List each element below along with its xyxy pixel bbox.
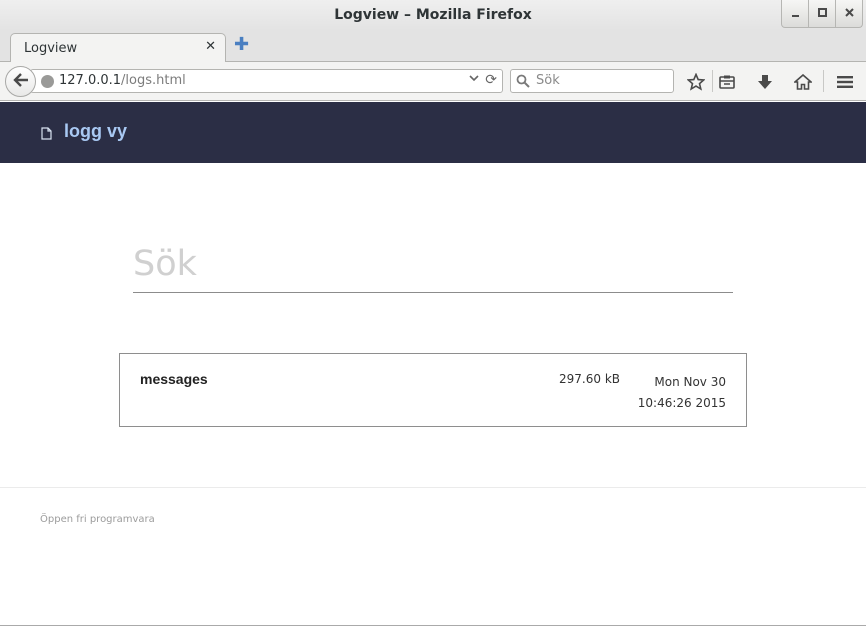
navigation-bar: 127.0.0.1/logs.html ⟳ Sök [0, 62, 866, 101]
back-button[interactable] [5, 66, 36, 97]
back-arrow-icon [12, 72, 29, 91]
reload-icon[interactable]: ⟳ [485, 72, 497, 88]
app-title[interactable]: logg vy [64, 121, 127, 142]
minimize-icon [791, 8, 800, 20]
maximize-icon [817, 7, 827, 20]
toolbar-separator [823, 70, 824, 92]
close-icon [844, 7, 854, 20]
footer-divider [0, 487, 866, 488]
url-path: /logs.html [121, 73, 186, 88]
window-controls [781, 0, 863, 28]
search-placeholder: Sök [536, 73, 560, 88]
url-host: 127.0.0.1 [59, 73, 122, 88]
site-identity-icon[interactable] [41, 75, 54, 88]
tab-close-icon[interactable]: ✕ [205, 39, 216, 54]
close-window-button[interactable] [835, 0, 863, 28]
log-size: 297.60 kB [559, 372, 620, 386]
tab-strip: Logview ✕ ✚ [0, 30, 866, 62]
url-text: 127.0.0.1/logs.html [59, 73, 186, 88]
log-list-item[interactable]: messages 297.60 kB Mon Nov 30 10:46:26 2… [119, 353, 747, 427]
tab-label: Logview [24, 41, 78, 56]
log-date-time: 10:46:26 2015 [637, 396, 726, 410]
url-bar[interactable]: 127.0.0.1/logs.html ⟳ [30, 69, 503, 93]
minimize-button[interactable] [781, 0, 809, 28]
tab-logview[interactable]: Logview ✕ [10, 33, 226, 62]
menu-icon[interactable] [834, 71, 856, 93]
new-tab-icon[interactable]: ✚ [234, 35, 249, 55]
toolbar-separator [712, 70, 713, 92]
log-date-day: Mon Nov 30 [654, 375, 726, 389]
search-icon [516, 73, 530, 92]
document-icon [41, 125, 52, 144]
log-name: messages [140, 371, 208, 387]
maximize-button[interactable] [808, 0, 836, 28]
dropdown-arrow-icon[interactable] [469, 73, 479, 86]
bookmark-star-icon[interactable] [685, 71, 707, 93]
window-titlebar: Logview – Mozilla Firefox [0, 0, 866, 30]
log-search-input[interactable] [133, 236, 733, 292]
log-search-container [133, 236, 733, 293]
app-header: logg vy [0, 102, 866, 163]
download-icon[interactable] [754, 71, 776, 93]
browser-search-bar[interactable]: Sök [510, 69, 674, 93]
reading-list-icon[interactable] [716, 71, 738, 93]
footer-text: Öppen fri programvara [40, 514, 155, 525]
log-date: Mon Nov 30 10:46:26 2015 [638, 372, 726, 414]
home-icon[interactable] [792, 71, 814, 93]
window-title: Logview – Mozilla Firefox [334, 7, 532, 23]
